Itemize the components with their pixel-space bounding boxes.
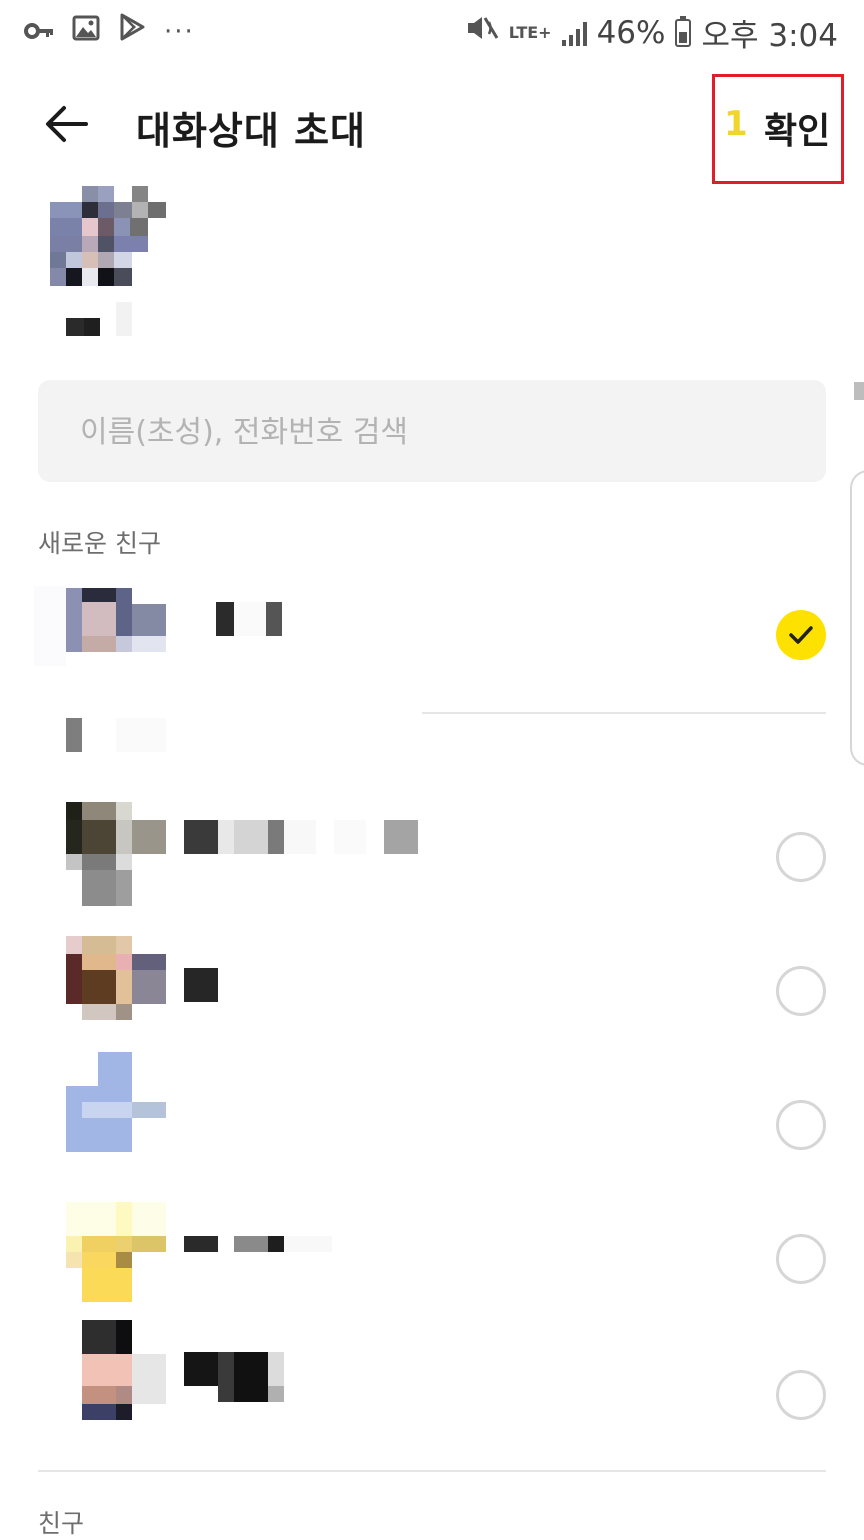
- select-checkbox[interactable]: [776, 1370, 826, 1420]
- contact-row[interactable]: [0, 934, 864, 1054]
- avatar: [34, 936, 166, 1022]
- select-checkbox[interactable]: [776, 832, 826, 882]
- contact-name-redacted: [184, 1236, 344, 1270]
- section-label-new-friends: 새로운 친구: [38, 529, 161, 558]
- contact-name-redacted: [184, 602, 304, 636]
- selected-contact-avatar[interactable]: [50, 186, 166, 286]
- search-input[interactable]: [78, 380, 802, 484]
- avatar: [34, 1202, 166, 1304]
- contact-subtext-redacted: [34, 718, 166, 752]
- battery-percent: 46%: [596, 14, 666, 51]
- image-icon: [72, 14, 100, 50]
- status-bar: ··· LTE+ 46% 오후 3:04: [0, 0, 864, 62]
- divider: [422, 712, 826, 714]
- contact-row[interactable]: [0, 1052, 864, 1172]
- play-store-icon: [118, 12, 146, 51]
- status-bar-notifications: ···: [24, 12, 195, 51]
- key-icon: [24, 14, 54, 50]
- contact-row[interactable]: [0, 578, 864, 698]
- contact-row[interactable]: [0, 1318, 864, 1438]
- arrow-left-icon: [46, 106, 88, 142]
- section-divider: [38, 1470, 826, 1472]
- select-checkbox[interactable]: [776, 1234, 826, 1284]
- mute-vibrate-icon: [465, 14, 499, 51]
- select-checkbox[interactable]: [776, 966, 826, 1016]
- checkmark-icon: [789, 626, 813, 644]
- app-bar: 대화상대 초대 1 확인: [0, 72, 864, 184]
- section-label-friends: 친구: [38, 1509, 85, 1538]
- scroll-indicator: [854, 382, 864, 400]
- select-checkbox[interactable]: [776, 610, 826, 660]
- contact-name-redacted: [184, 1352, 304, 1404]
- battery-icon: [675, 15, 692, 47]
- contact-row[interactable]: [0, 798, 864, 918]
- avatar: [34, 586, 166, 702]
- more-icon: ···: [164, 16, 195, 47]
- avatar: [34, 802, 166, 906]
- avatar: [34, 1320, 166, 1420]
- page-title: 대화상대 초대: [136, 109, 366, 153]
- confirm-button[interactable]: 확인: [764, 102, 830, 154]
- status-bar-system: LTE+ 46% 오후 3:04: [465, 10, 838, 55]
- contact-row[interactable]: [0, 1200, 864, 1320]
- selected-count: 1: [724, 104, 748, 144]
- back-button[interactable]: [40, 96, 96, 152]
- search-box[interactable]: [38, 380, 826, 484]
- signal-icon: [561, 20, 587, 46]
- network-type: LTE+: [508, 22, 552, 42]
- select-checkbox[interactable]: [776, 1100, 826, 1150]
- contact-name-redacted: [184, 968, 224, 1002]
- clock: 오후 3:04: [701, 18, 838, 54]
- avatar: [34, 1052, 166, 1154]
- selected-contact-name-redacted: [66, 302, 136, 336]
- contact-name-redacted: [184, 820, 424, 854]
